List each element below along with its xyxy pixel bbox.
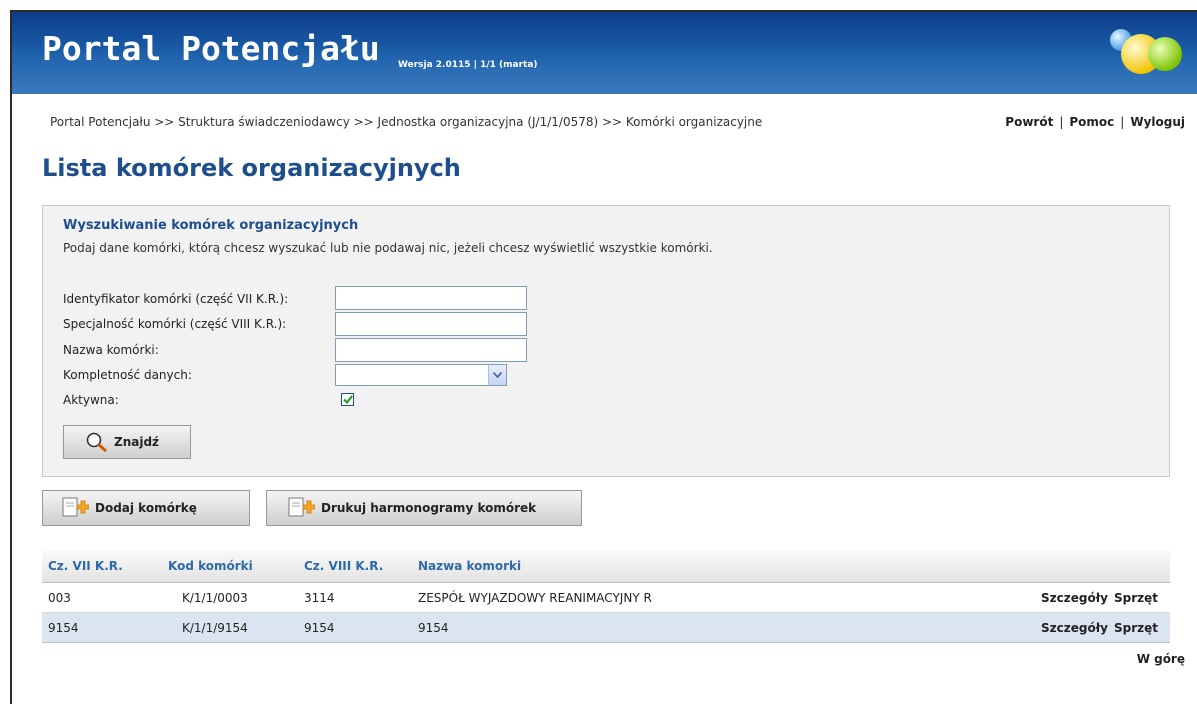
search-panel: Wyszukiwanie komórek organizacyjnych Pod…: [42, 205, 1170, 477]
portal-logo-icon: [1110, 29, 1182, 74]
find-button-label: Znajdź: [114, 435, 160, 449]
add-cell-label: Dodaj komórkę: [95, 501, 197, 515]
row-actions: Szczegóły Sprzęt: [1000, 612, 1170, 643]
app-title: Portal Potencjału: [42, 29, 380, 68]
header-banner: Portal Potencjału Wersja 2.0115 | 1/1 (m…: [12, 12, 1197, 94]
column-header[interactable]: Nazwa komorki: [412, 550, 1000, 583]
add-document-icon: [61, 496, 89, 520]
identifier-label: Identyfikator komórki (część VII K.R.):: [63, 292, 289, 306]
print-schedules-button[interactable]: Drukuj harmonogramy komórek: [266, 490, 582, 526]
identifier-input[interactable]: [335, 286, 527, 310]
active-label: Aktywna:: [63, 393, 119, 407]
search-panel-description: Podaj dane komórki, którą chcesz wyszuka…: [63, 241, 713, 255]
breadcrumb[interactable]: Portal Potencjału >> Struktura świadczen…: [50, 115, 762, 129]
column-header[interactable]: Cz. VIII K.R.: [298, 550, 412, 583]
column-header[interactable]: Kod komórki: [162, 550, 298, 583]
active-checkbox[interactable]: [341, 393, 354, 406]
cell-cz8: 3114: [298, 582, 412, 613]
add-cell-button[interactable]: Dodaj komórkę: [42, 490, 250, 526]
nav-separator: |: [1059, 115, 1064, 129]
version-info: Wersja 2.0115 | 1/1 (marta): [398, 60, 538, 70]
cell-nazwa: ZESPÓŁ WYJAZDOWY REANIMACYJNY R: [412, 582, 1000, 613]
chevron-down-icon[interactable]: [488, 365, 506, 385]
completeness-label: Kompletność danych:: [63, 368, 192, 382]
back-to-top-link[interactable]: W górę: [1137, 652, 1185, 666]
checkmark-icon: [342, 395, 353, 404]
help-link[interactable]: Pomoc: [1069, 115, 1114, 129]
nav-separator: |: [1120, 115, 1125, 129]
name-input[interactable]: [335, 338, 527, 362]
equipment-link[interactable]: Sprzęt: [1114, 591, 1158, 605]
page-title: Lista komórek organizacyjnych: [42, 154, 461, 182]
search-panel-title: Wyszukiwanie komórek organizacyjnych: [63, 218, 359, 233]
column-header-actions: [1000, 550, 1170, 583]
column-header[interactable]: Cz. VII K.R.: [42, 550, 162, 583]
completeness-select[interactable]: [335, 364, 507, 386]
row-actions: Szczegóły Sprzęt: [1000, 582, 1170, 613]
back-link[interactable]: Powrót: [1005, 115, 1053, 129]
cell-cz8: 9154: [298, 612, 412, 643]
table-row: 003 K/1/1/0003 3114 ZESPÓŁ WYJAZDOWY REA…: [42, 582, 1170, 613]
cell-cz7: 003: [42, 582, 162, 613]
details-link[interactable]: Szczegóły: [1041, 591, 1108, 605]
table-row: 9154 K/1/1/9154 9154 9154 Szczegóły Sprzę…: [42, 612, 1170, 643]
cell-kod: K/1/1/0003: [162, 582, 298, 613]
logout-link[interactable]: Wyloguj: [1130, 115, 1185, 129]
cell-kod: K/1/1/9154: [162, 612, 298, 643]
table-header-row: Cz. VII K.R. Kod komórki Cz. VIII K.R. N…: [42, 550, 1170, 583]
top-navigation: Powrót | Pomoc | Wyloguj: [1005, 115, 1185, 129]
cells-table: Cz. VII K.R. Kod komórki Cz. VIII K.R. N…: [42, 550, 1170, 643]
add-document-icon: [287, 496, 315, 520]
details-link[interactable]: Szczegóły: [1041, 621, 1108, 635]
cell-cz7: 9154: [42, 612, 162, 643]
magnifier-icon: [86, 432, 108, 452]
cell-nazwa: 9154: [412, 612, 1000, 643]
app-frame: Portal Potencjału Wersja 2.0115 | 1/1 (m…: [10, 10, 1197, 704]
specialty-input[interactable]: [335, 312, 527, 336]
equipment-link[interactable]: Sprzęt: [1114, 621, 1158, 635]
name-label: Nazwa komórki:: [63, 343, 159, 357]
print-schedules-label: Drukuj harmonogramy komórek: [321, 501, 537, 515]
specialty-label: Specjalność komórki (część VIII K.R.):: [63, 317, 287, 331]
find-button[interactable]: Znajdź: [63, 425, 191, 459]
